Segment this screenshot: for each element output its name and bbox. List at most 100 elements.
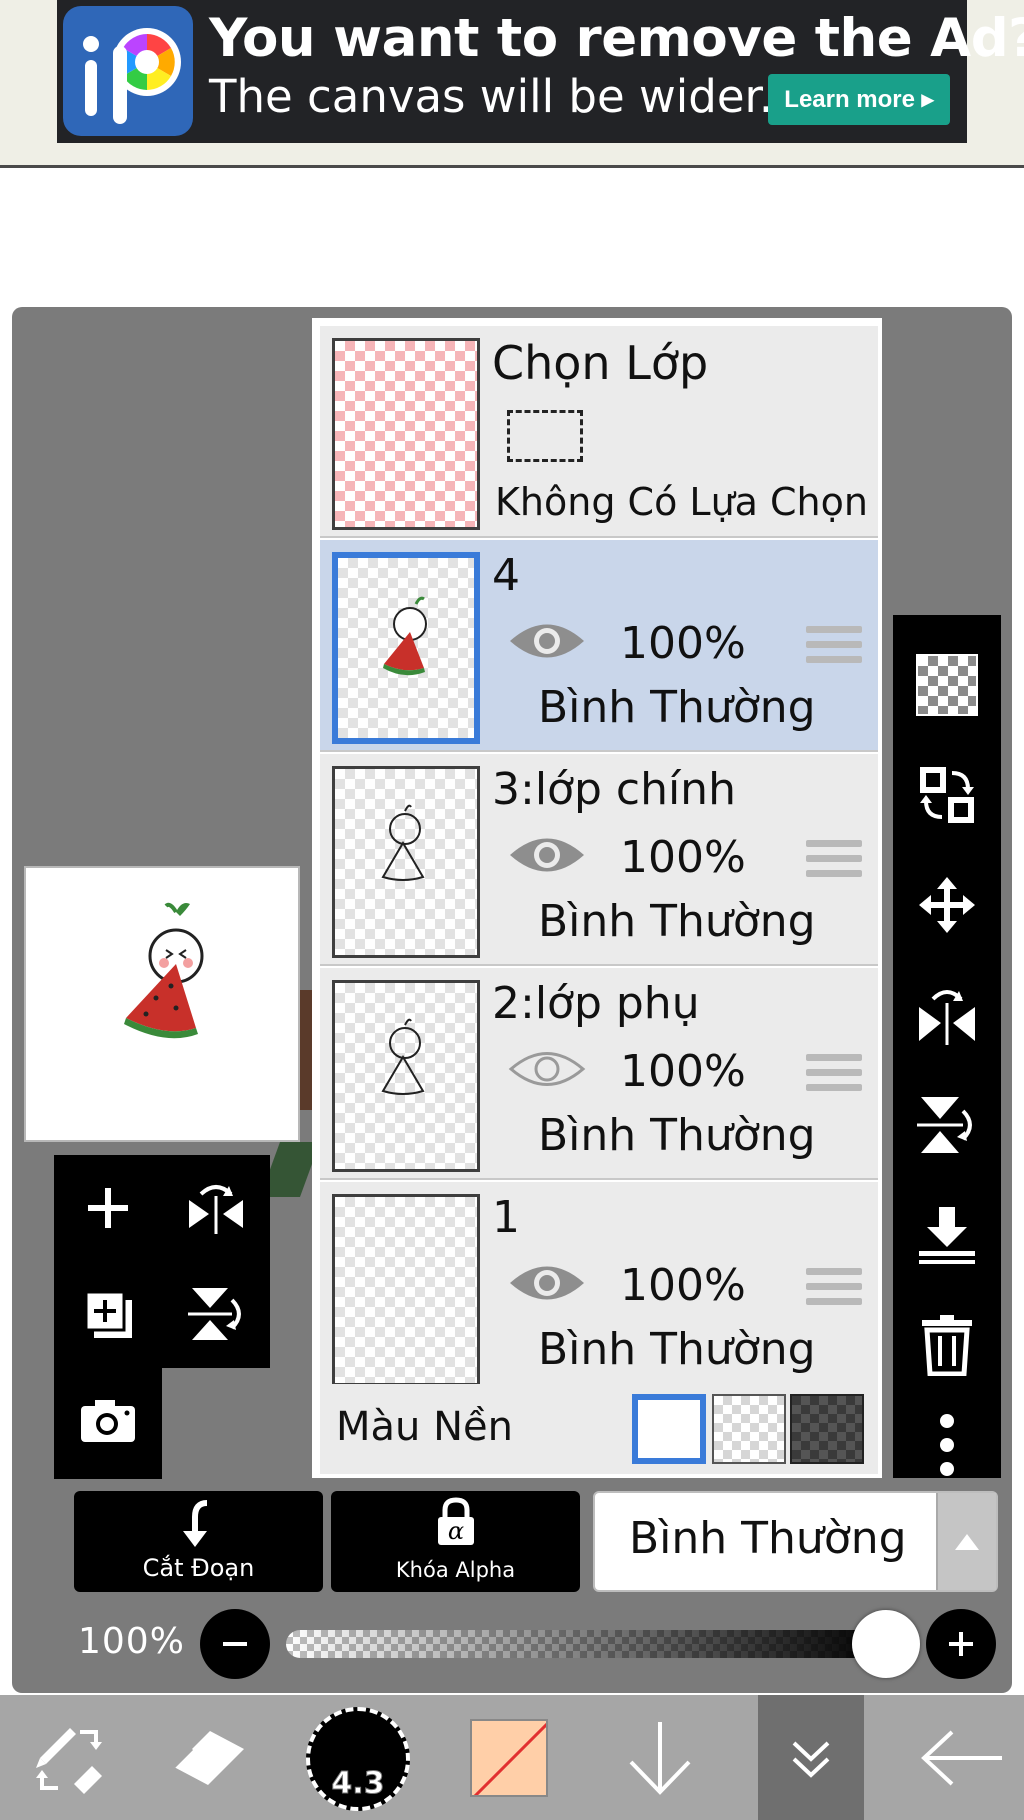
flip-layer-vertical-button[interactable]	[893, 1075, 1001, 1175]
drag-handle-icon[interactable]	[806, 1054, 862, 1094]
alpha-lock-label: Khóa Alpha	[395, 1558, 516, 1582]
camera-button[interactable]	[54, 1368, 162, 1474]
brush-size-value: 4.3	[331, 1766, 385, 1802]
layer-opacity: 100%	[620, 832, 746, 883]
layer-name: 2:lớp phụ	[492, 978, 700, 1029]
merge-down-icon	[919, 1207, 975, 1264]
layer-right-toolbar	[893, 615, 1001, 1478]
alpha-lock-button[interactable]: α Khóa Alpha	[331, 1491, 580, 1592]
brush-eraser-swap-icon	[36, 1727, 102, 1794]
layer-2-thumbnail-image	[381, 1018, 425, 1095]
plus-icon	[949, 1632, 973, 1656]
current-color-swatch[interactable]	[470, 1719, 548, 1797]
flip-horizontal-button[interactable]	[162, 1155, 270, 1261]
marquee-icon	[507, 410, 583, 462]
plus-icon	[88, 1188, 128, 1228]
visibility-eye-icon[interactable]	[508, 618, 586, 664]
selection-layer-title: Chọn Lớp	[492, 336, 709, 390]
selection-layer-row[interactable]: Chọn Lớp Không Có Lựa Chọn	[320, 326, 878, 538]
canvas-preview[interactable]	[24, 866, 300, 1142]
flip-horizontal-icon	[919, 990, 975, 1045]
drag-handle-icon[interactable]	[806, 626, 862, 666]
clipping-button[interactable]: Cắt Đoạn	[74, 1491, 323, 1592]
layer-thumbnail	[332, 552, 480, 744]
more-options-button[interactable]	[893, 1395, 1001, 1495]
minus-icon	[223, 1642, 247, 1646]
visibility-eye-icon[interactable]	[508, 1260, 586, 1306]
layer-blend-mode: Bình Thường	[538, 1110, 816, 1161]
trash-icon	[922, 1315, 972, 1376]
drag-handle-icon[interactable]	[806, 1268, 862, 1308]
eraser-tool-button[interactable]	[150, 1695, 270, 1820]
color-slash-icon	[473, 1722, 546, 1795]
tool-switch-button[interactable]	[0, 1695, 140, 1820]
merge-down-button[interactable]	[893, 1185, 1001, 1285]
visibility-eye-icon[interactable]	[508, 832, 586, 878]
blend-mode-select[interactable]: Bình Thường	[593, 1491, 998, 1592]
layer-name: 1	[492, 1192, 520, 1243]
hidden-eye-icon[interactable]	[508, 1046, 586, 1092]
opacity-slider-track[interactable]	[286, 1630, 886, 1658]
selection-status: Không Có Lựa Chọn	[495, 480, 868, 524]
layer-opacity: 100%	[620, 1260, 746, 1311]
back-button[interactable]	[900, 1695, 1024, 1820]
lock-icon: α	[437, 1497, 474, 1545]
add-layer-button[interactable]	[54, 1155, 162, 1261]
move-layer-button[interactable]	[893, 855, 1001, 955]
delete-layer-button[interactable]	[893, 1295, 1001, 1395]
brush-size-indicator[interactable]: 4.3	[306, 1707, 410, 1811]
transparent-fill-button[interactable]	[893, 635, 1001, 735]
ad-title: You want to remove the Ad?	[209, 8, 1024, 69]
selection-layer-thumbnail	[332, 338, 480, 530]
layer-opacity: 100%	[620, 618, 746, 669]
add-copy-icon	[84, 1290, 132, 1338]
double-chevron-down-icon	[792, 1741, 830, 1778]
watermelon-character-image	[124, 902, 204, 1039]
layer-3-thumbnail-image	[381, 804, 425, 881]
ad-banner[interactable]: You want to remove the Ad? The canvas wi…	[57, 0, 1024, 143]
ibispaint-logo	[63, 6, 193, 136]
learn-more-button[interactable]: Learn more ▸	[768, 74, 950, 125]
layer-row-2[interactable]: 2:lớp phụ 100% Bình Thường	[320, 968, 878, 1180]
layer-4-thumbnail-image	[383, 596, 427, 676]
add-layer-copy-button[interactable]	[54, 1261, 162, 1367]
move-arrows-icon	[919, 877, 975, 933]
camera-icon	[81, 1400, 135, 1442]
flip-vertical-icon	[188, 1288, 241, 1340]
chevron-up-icon	[936, 1493, 996, 1590]
layer-opacity: 100%	[620, 1046, 746, 1097]
flip-horizontal-icon	[189, 1185, 243, 1234]
clipping-label: Cắt Đoạn	[142, 1554, 255, 1582]
background-checker-swatch[interactable]	[712, 1394, 786, 1464]
layer-thumbnail	[332, 766, 480, 958]
down-arrow-button[interactable]	[600, 1695, 720, 1820]
blend-mode-value: Bình Thường	[629, 1513, 907, 1564]
arrow-left-icon	[921, 1730, 1002, 1785]
opacity-increase-button[interactable]	[926, 1609, 996, 1679]
ad-strip: You want to remove the Ad? The canvas wi…	[0, 0, 1024, 168]
layer-name: 4	[492, 550, 520, 601]
layer-blend-mode: Bình Thường	[538, 896, 816, 947]
layer-left-toolbar	[54, 1155, 270, 1368]
background-dark-checker-swatch[interactable]	[790, 1394, 864, 1464]
svg-text:α: α	[447, 1517, 463, 1545]
layer-row-4[interactable]: 4 100% Bình Thường	[320, 540, 878, 752]
flip-layer-horizontal-button[interactable]	[893, 965, 1001, 1065]
layer-panel-toggle-button[interactable]	[758, 1695, 864, 1820]
arrow-down-icon	[629, 1721, 691, 1795]
layer-left-toolbar-bottom	[54, 1368, 162, 1479]
swap-layer-button[interactable]	[893, 745, 1001, 845]
opacity-slider-thumb[interactable]	[852, 1610, 920, 1678]
opacity-value-label: 100%	[78, 1621, 185, 1662]
opacity-decrease-button[interactable]	[200, 1609, 270, 1679]
flip-vertical-button[interactable]	[162, 1261, 270, 1367]
background-color-row: Màu Nền	[320, 1384, 878, 1474]
layer-row-3[interactable]: 3:lớp chính 100% Bình Thường	[320, 754, 878, 966]
layer-blend-mode: Bình Thường	[538, 682, 816, 733]
eraser-icon	[172, 1730, 244, 1785]
ad-subtitle: The canvas will be wider.	[209, 70, 774, 123]
canvas-edge	[300, 990, 312, 1110]
drag-handle-icon[interactable]	[806, 840, 862, 880]
layer-row-1[interactable]: 1 100% Bình Thường	[320, 1182, 878, 1394]
background-white-swatch[interactable]	[632, 1394, 706, 1464]
